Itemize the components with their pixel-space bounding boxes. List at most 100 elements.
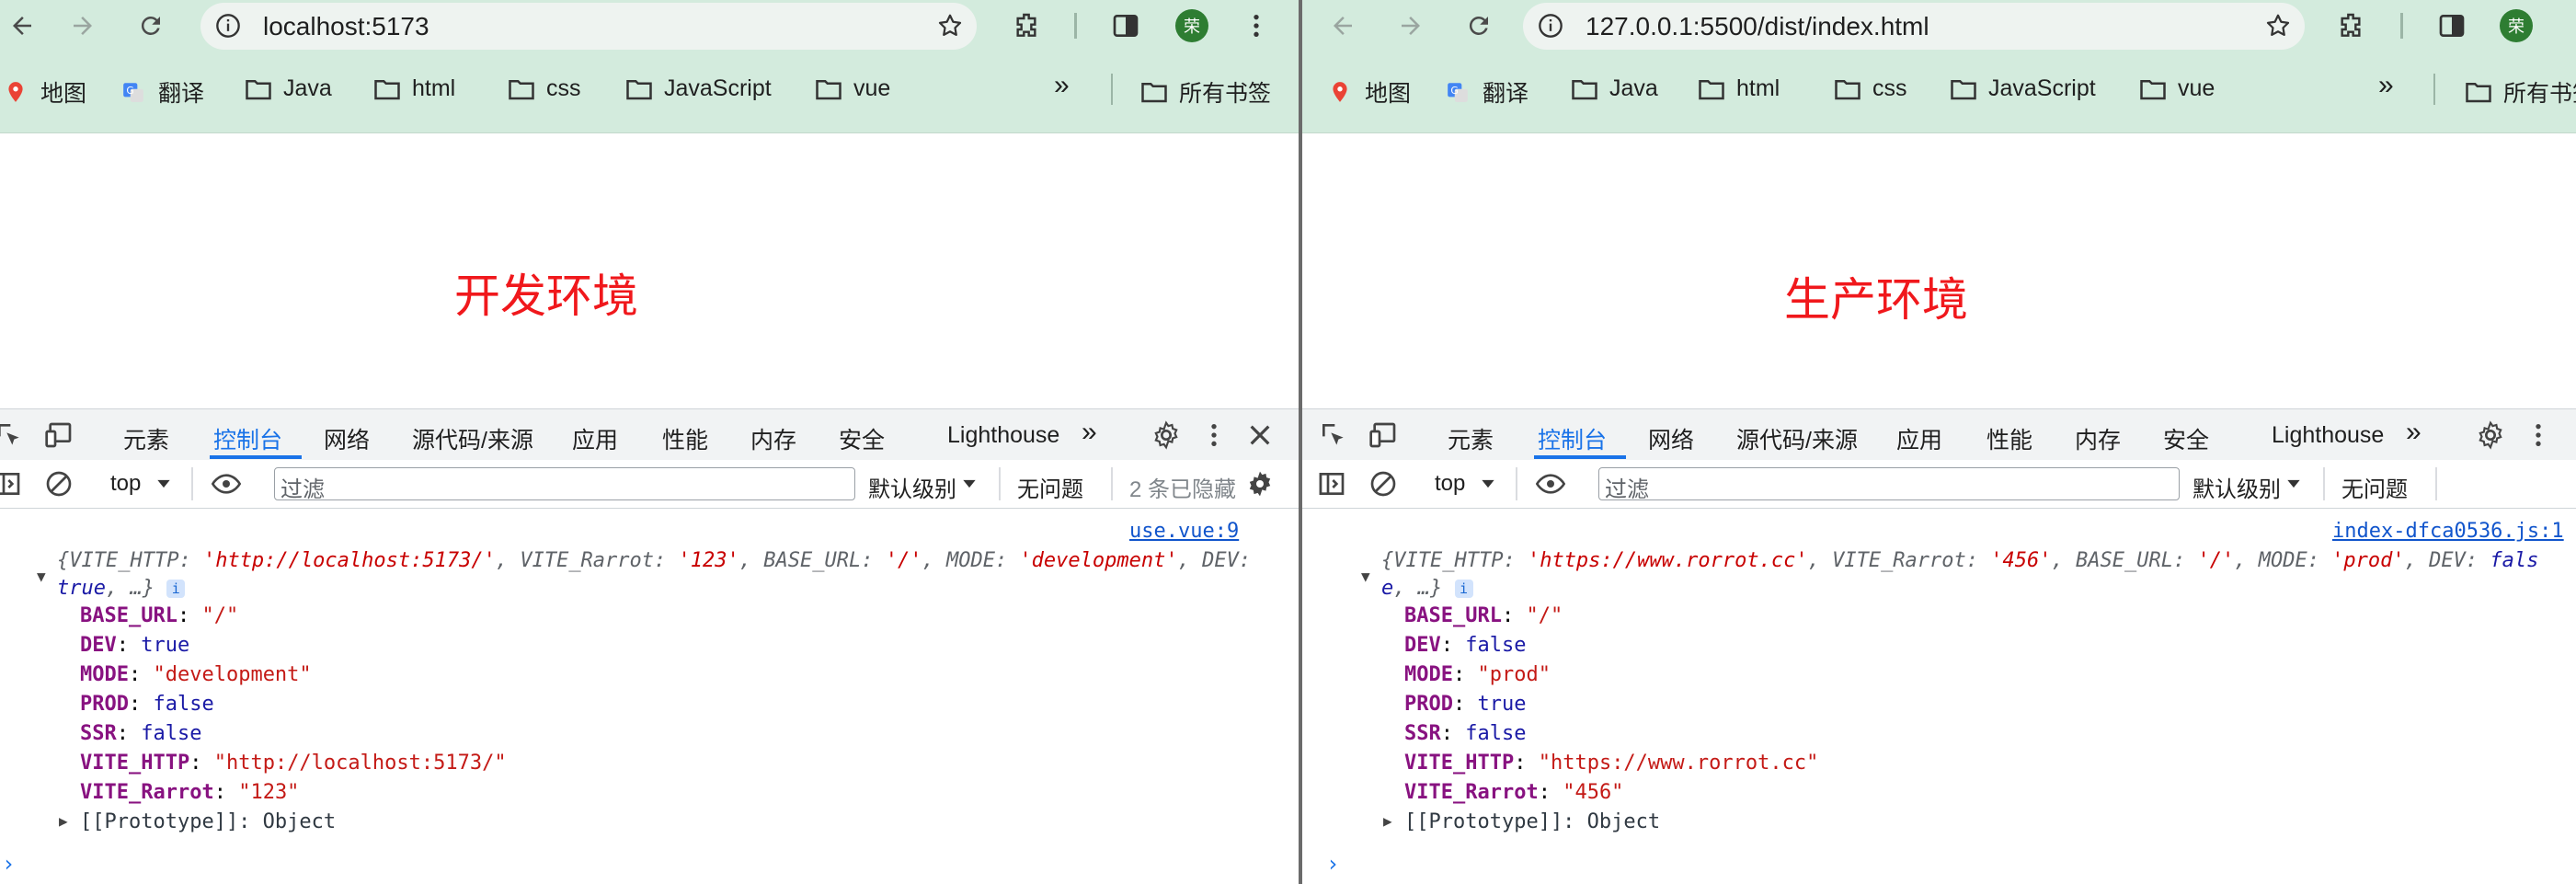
maps-pin-icon	[8, 82, 23, 102]
bookmark-all-bookmarks[interactable]: 所有书签	[2465, 75, 2576, 109]
tab-lighthouse[interactable]: Lighthouse	[947, 422, 1059, 449]
prototype-row[interactable]: [[Prototype]]: Object	[80, 810, 336, 833]
tab-application[interactable]: 应用	[1896, 422, 1942, 455]
bookmark-translate[interactable]: G 翻译	[1444, 75, 1528, 109]
extensions-icon[interactable]	[1012, 11, 1041, 40]
back-button[interactable]	[1326, 9, 1359, 42]
devtools-menu-icon[interactable]	[2524, 420, 2553, 450]
object-summary[interactable]: {VITE_HTTP: 'https://www.rorrot.cc', VIT…	[1381, 547, 2568, 603]
bookmark-folder-javascript[interactable]: JavaScript	[1950, 75, 2096, 102]
property-row: BASE_URL: "/"	[1404, 604, 1563, 627]
arrow-right-icon	[1402, 17, 1420, 35]
tab-memory[interactable]: 内存	[2075, 422, 2121, 455]
bookmark-folder-html[interactable]: html	[1698, 75, 1780, 102]
more-tabs-chevron[interactable]: »	[1082, 417, 1097, 448]
expand-triangle-icon[interactable]: ▶	[1383, 812, 1392, 830]
bookmark-all-bookmarks[interactable]: 所有书签	[1140, 75, 1271, 109]
tab-elements[interactable]: 元素	[123, 422, 169, 455]
console-prompt[interactable]: ›	[2, 851, 15, 877]
console-settings-gear-icon[interactable]	[1245, 469, 1275, 499]
expand-triangle-icon[interactable]: ▶	[59, 812, 68, 830]
tab-memory[interactable]: 内存	[750, 422, 796, 455]
site-info-icon[interactable]	[215, 13, 241, 39]
back-button[interactable]	[6, 9, 39, 42]
settings-gear-icon[interactable]	[2476, 420, 2505, 450]
tab-console[interactable]: 控制台	[1538, 422, 1607, 455]
expand-triangle-icon[interactable]: ▼	[37, 568, 46, 585]
close-devtools-icon[interactable]	[1245, 420, 1275, 450]
settings-gear-icon[interactable]	[1151, 420, 1181, 450]
bookmark-star-icon[interactable]	[936, 12, 964, 40]
object-summary[interactable]: {VITE_HTTP: 'http://localhost:5173/', VI…	[57, 547, 1253, 603]
tab-lighthouse[interactable]: Lighthouse	[2272, 422, 2384, 449]
bookmark-folder-vue[interactable]: vue	[815, 75, 890, 102]
bookmark-translate[interactable]: G 翻译	[120, 75, 204, 109]
tab-application[interactable]: 应用	[572, 422, 618, 455]
bookmark-maps[interactable]: 地图	[1326, 75, 1411, 109]
maps-pin-icon	[1333, 82, 1347, 102]
sidebar-toggle-icon[interactable]	[0, 469, 22, 499]
devtools-tab-bar: 元素 控制台 网络 源代码/来源 应用 性能 内存 安全 Lighthouse …	[1302, 408, 2576, 461]
forward-button[interactable]	[1394, 9, 1427, 42]
tab-security[interactable]: 安全	[2163, 422, 2209, 455]
context-selector[interactable]: top	[1435, 471, 1465, 497]
folder-icon	[246, 79, 271, 99]
tab-console[interactable]: 控制台	[213, 422, 282, 455]
bookmark-folder-java[interactable]: Java	[1571, 75, 1658, 102]
prototype-row[interactable]: [[Prototype]]: Object	[1404, 810, 1660, 833]
tab-sources[interactable]: 源代码/来源	[1736, 422, 1858, 455]
extensions-icon[interactable]	[2336, 11, 2365, 40]
bookmark-folder-css[interactable]: css	[1834, 75, 1907, 102]
live-expression-eye-icon[interactable]	[1536, 469, 1565, 499]
clear-console-icon[interactable]	[1368, 469, 1398, 499]
profile-avatar[interactable]: 荣	[1175, 9, 1208, 42]
console-filter-input[interactable]: 过滤	[1598, 467, 2180, 502]
address-bar[interactable]: localhost:5173	[200, 3, 977, 50]
bookmarks-overflow-chevron[interactable]: »	[2378, 70, 2394, 101]
inspect-element-icon[interactable]	[1319, 420, 1348, 450]
source-link[interactable]: use.vue:9	[1129, 520, 1239, 543]
tab-elements[interactable]: 元素	[1448, 422, 1494, 455]
device-toolbar-icon[interactable]	[44, 420, 74, 450]
bookmark-maps[interactable]: 地图	[2, 75, 86, 109]
expand-triangle-icon[interactable]: ▼	[1361, 568, 1370, 585]
side-panel-icon[interactable]	[1111, 11, 1140, 40]
inspect-element-icon[interactable]	[0, 420, 24, 450]
clear-console-icon[interactable]	[44, 469, 74, 499]
bookmark-folder-css[interactable]: css	[508, 75, 581, 102]
profile-avatar[interactable]: 荣	[2500, 9, 2533, 42]
bookmark-folder-vue[interactable]: vue	[2139, 75, 2215, 102]
more-tabs-chevron[interactable]: »	[2406, 417, 2421, 448]
console-filter-input[interactable]: 过滤	[274, 467, 855, 502]
log-level-select[interactable]: 默认级别	[2192, 471, 2281, 503]
tab-performance[interactable]: 性能	[1986, 422, 2032, 455]
side-panel-icon[interactable]	[2437, 11, 2467, 40]
bookmark-folder-javascript[interactable]: JavaScript	[625, 75, 772, 102]
site-info-icon[interactable]	[1538, 13, 1563, 39]
issues-button[interactable]: 无问题	[2341, 471, 2408, 503]
reload-button[interactable]	[134, 9, 167, 42]
bookmark-folder-html[interactable]: html	[373, 75, 455, 102]
tab-network[interactable]: 网络	[1648, 422, 1694, 455]
devtools-menu-icon[interactable]	[1199, 420, 1229, 450]
reload-button[interactable]	[1462, 9, 1495, 42]
bookmarks-bar: 地图 G 翻译 Java html css JavaScript vue » 所…	[1302, 52, 2576, 133]
issues-button[interactable]: 无问题	[1017, 471, 1083, 503]
menu-kebab-icon[interactable]	[1242, 11, 1271, 40]
tab-security[interactable]: 安全	[839, 422, 885, 455]
context-selector[interactable]: top	[110, 471, 141, 497]
sidebar-toggle-icon[interactable]	[1317, 469, 1346, 499]
device-toolbar-icon[interactable]	[1368, 420, 1398, 450]
tab-sources[interactable]: 源代码/来源	[412, 422, 533, 455]
address-bar[interactable]: 127.0.0.1:5500/dist/index.html	[1523, 3, 2305, 50]
tab-performance[interactable]: 性能	[662, 422, 708, 455]
log-level-select[interactable]: 默认级别	[868, 471, 956, 503]
bookmarks-overflow-chevron[interactable]: »	[1054, 70, 1070, 101]
bookmark-folder-java[interactable]: Java	[245, 75, 332, 102]
source-link[interactable]: index-dfca0536.js:1	[2332, 520, 2564, 543]
bookmark-star-icon[interactable]	[2264, 12, 2292, 40]
console-prompt[interactable]: ›	[1326, 851, 1339, 877]
tab-network[interactable]: 网络	[324, 422, 370, 455]
live-expression-eye-icon[interactable]	[212, 469, 241, 499]
forward-button[interactable]	[66, 9, 99, 42]
